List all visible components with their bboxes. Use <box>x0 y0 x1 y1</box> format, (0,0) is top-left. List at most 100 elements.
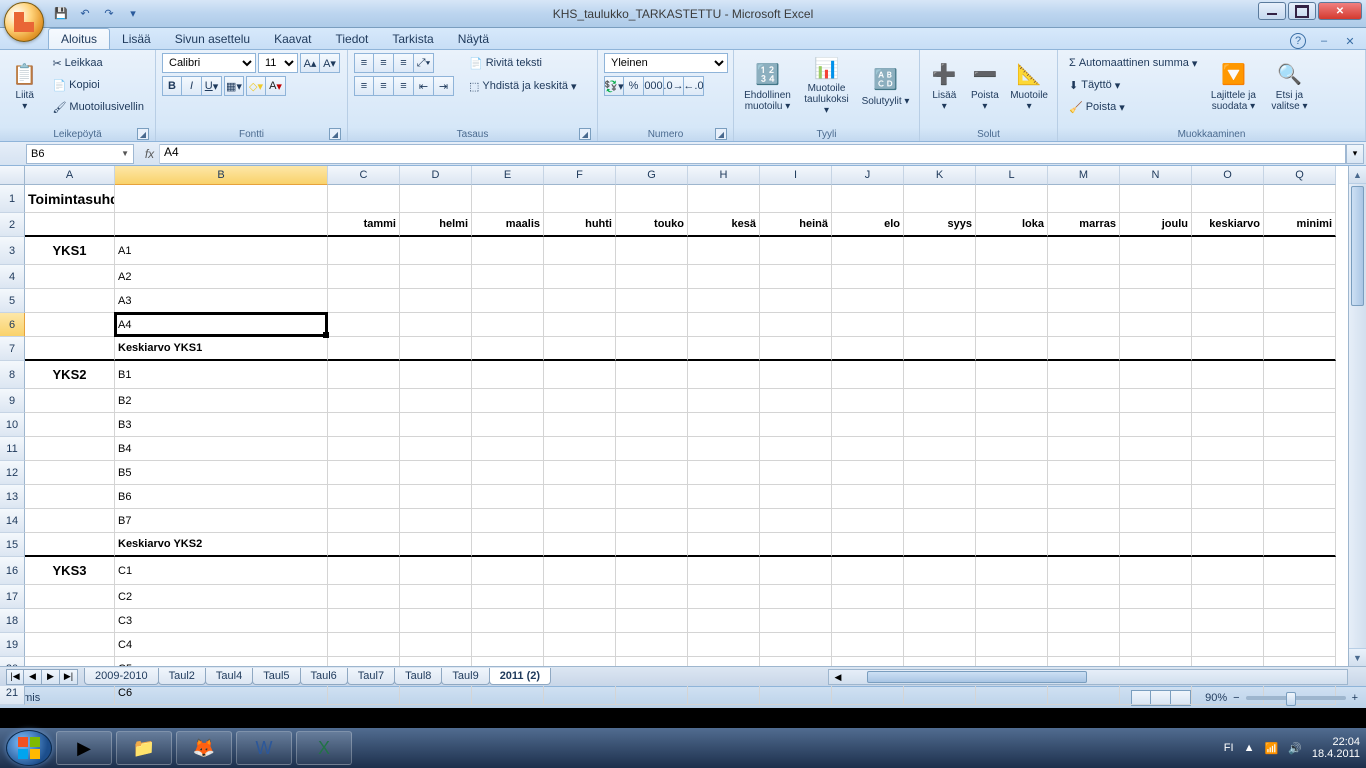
cell[interactable]: C4 <box>115 633 328 657</box>
zoom-in-button[interactable]: + <box>1352 692 1358 704</box>
cell[interactable] <box>328 313 400 337</box>
sheet-nav-next-icon[interactable]: ▶ <box>42 669 60 685</box>
cell[interactable] <box>832 461 904 485</box>
cell[interactable] <box>544 265 616 289</box>
cell[interactable] <box>544 533 616 557</box>
cell[interactable] <box>1048 461 1120 485</box>
taskbar-firefox-icon[interactable]: 🦊 <box>176 731 232 765</box>
cell[interactable] <box>25 265 115 289</box>
row-header[interactable]: 4 <box>0 265 25 289</box>
cell[interactable] <box>1048 313 1120 337</box>
cell[interactable] <box>1120 557 1192 585</box>
align-launcher-icon[interactable]: ◢ <box>579 128 591 140</box>
cell[interactable] <box>328 485 400 509</box>
ribbon-close-icon[interactable]: ✕ <box>1342 33 1358 49</box>
cell[interactable] <box>976 509 1048 533</box>
cell[interactable] <box>688 585 760 609</box>
cell[interactable] <box>400 361 472 389</box>
cell[interactable] <box>688 461 760 485</box>
cell[interactable] <box>1048 485 1120 509</box>
cell[interactable]: B4 <box>115 437 328 461</box>
align-middle-button[interactable]: ≡ <box>374 53 394 73</box>
sheet-tab[interactable]: Taul8 <box>394 668 442 685</box>
ribbon-tab-lisää[interactable]: Lisää <box>110 29 163 49</box>
cell[interactable] <box>400 237 472 265</box>
cell[interactable]: YKS3 <box>25 557 115 585</box>
insert-cells-button[interactable]: ➕Lisää▾ <box>926 53 963 119</box>
align-center-button[interactable]: ≡ <box>374 76 394 96</box>
cell[interactable] <box>1048 633 1120 657</box>
vertical-scrollbar[interactable]: ▲ ▼ <box>1348 166 1366 666</box>
align-right-button[interactable]: ≡ <box>394 76 414 96</box>
cell[interactable] <box>1264 557 1336 585</box>
cell[interactable] <box>832 485 904 509</box>
cell[interactable] <box>472 237 544 265</box>
cell[interactable] <box>25 413 115 437</box>
cell[interactable] <box>1048 185 1120 213</box>
cell[interactable] <box>25 213 115 237</box>
autosum-button[interactable]: Σ Automaattinen summa ▾ <box>1064 53 1202 73</box>
cell[interactable] <box>976 289 1048 313</box>
cell[interactable] <box>1120 265 1192 289</box>
cell[interactable] <box>1048 413 1120 437</box>
align-bottom-button[interactable]: ≡ <box>394 53 414 73</box>
conditional-format-button[interactable]: 🔢Ehdollinen muotoilu ▾ <box>740 53 795 119</box>
cell[interactable] <box>760 389 832 413</box>
cell[interactable] <box>1264 313 1336 337</box>
cell[interactable] <box>832 185 904 213</box>
cell[interactable] <box>688 185 760 213</box>
name-box[interactable]: B6▼ <box>26 144 134 164</box>
column-header[interactable]: L <box>976 166 1048 185</box>
cell[interactable] <box>904 609 976 633</box>
cell[interactable] <box>544 585 616 609</box>
cell[interactable] <box>688 313 760 337</box>
cell[interactable] <box>115 213 328 237</box>
cell[interactable] <box>328 265 400 289</box>
increase-decimal-button[interactable]: .0→ <box>664 76 684 96</box>
cell[interactable] <box>688 509 760 533</box>
cell[interactable] <box>328 361 400 389</box>
cell[interactable] <box>904 557 976 585</box>
help-icon[interactable]: ? <box>1290 33 1306 49</box>
cell[interactable] <box>688 485 760 509</box>
cell[interactable] <box>976 185 1048 213</box>
fill-button[interactable]: ⬇ Täyttö ▾ <box>1064 75 1202 95</box>
cell[interactable]: C1 <box>115 557 328 585</box>
cell[interactable] <box>760 265 832 289</box>
cell[interactable] <box>760 485 832 509</box>
cell[interactable] <box>1192 337 1264 361</box>
cell[interactable]: keskiarvo <box>1192 213 1264 237</box>
increase-font-button[interactable]: A▴ <box>300 53 320 73</box>
sheet-tab[interactable]: Taul5 <box>252 668 300 685</box>
cell[interactable] <box>760 585 832 609</box>
cell[interactable] <box>904 337 976 361</box>
cell[interactable] <box>544 337 616 361</box>
cell[interactable]: minimi <box>1264 213 1336 237</box>
cell[interactable] <box>544 361 616 389</box>
cell[interactable] <box>832 237 904 265</box>
tray-volume-icon[interactable]: 🔊 <box>1288 742 1302 755</box>
cell[interactable] <box>328 337 400 361</box>
fill-color-button[interactable]: ◇▾ <box>246 76 266 96</box>
cell-styles-button[interactable]: 🔠Solutyylit ▾ <box>858 53 913 119</box>
cell[interactable] <box>760 237 832 265</box>
cell[interactable] <box>1264 437 1336 461</box>
cell[interactable] <box>472 609 544 633</box>
cell[interactable] <box>976 337 1048 361</box>
cell[interactable]: B1 <box>115 361 328 389</box>
cell[interactable] <box>472 361 544 389</box>
cell[interactable] <box>904 633 976 657</box>
paste-button[interactable]: 📋Liitä▾ <box>6 53 43 119</box>
cell[interactable] <box>328 289 400 313</box>
cell[interactable]: kesä <box>688 213 760 237</box>
sort-filter-button[interactable]: 🔽Lajittele ja suodata ▾ <box>1206 53 1260 119</box>
close-button[interactable] <box>1318 2 1362 20</box>
worksheet-grid[interactable]: ABCDEFGHIJKLMNOQ 12345678910111213141516… <box>0 166 1366 666</box>
cell[interactable] <box>760 337 832 361</box>
cell[interactable] <box>904 437 976 461</box>
sheet-tab[interactable]: Taul4 <box>205 668 253 685</box>
cell[interactable] <box>328 533 400 557</box>
cell[interactable] <box>976 633 1048 657</box>
cell[interactable] <box>472 533 544 557</box>
cell[interactable] <box>544 185 616 213</box>
